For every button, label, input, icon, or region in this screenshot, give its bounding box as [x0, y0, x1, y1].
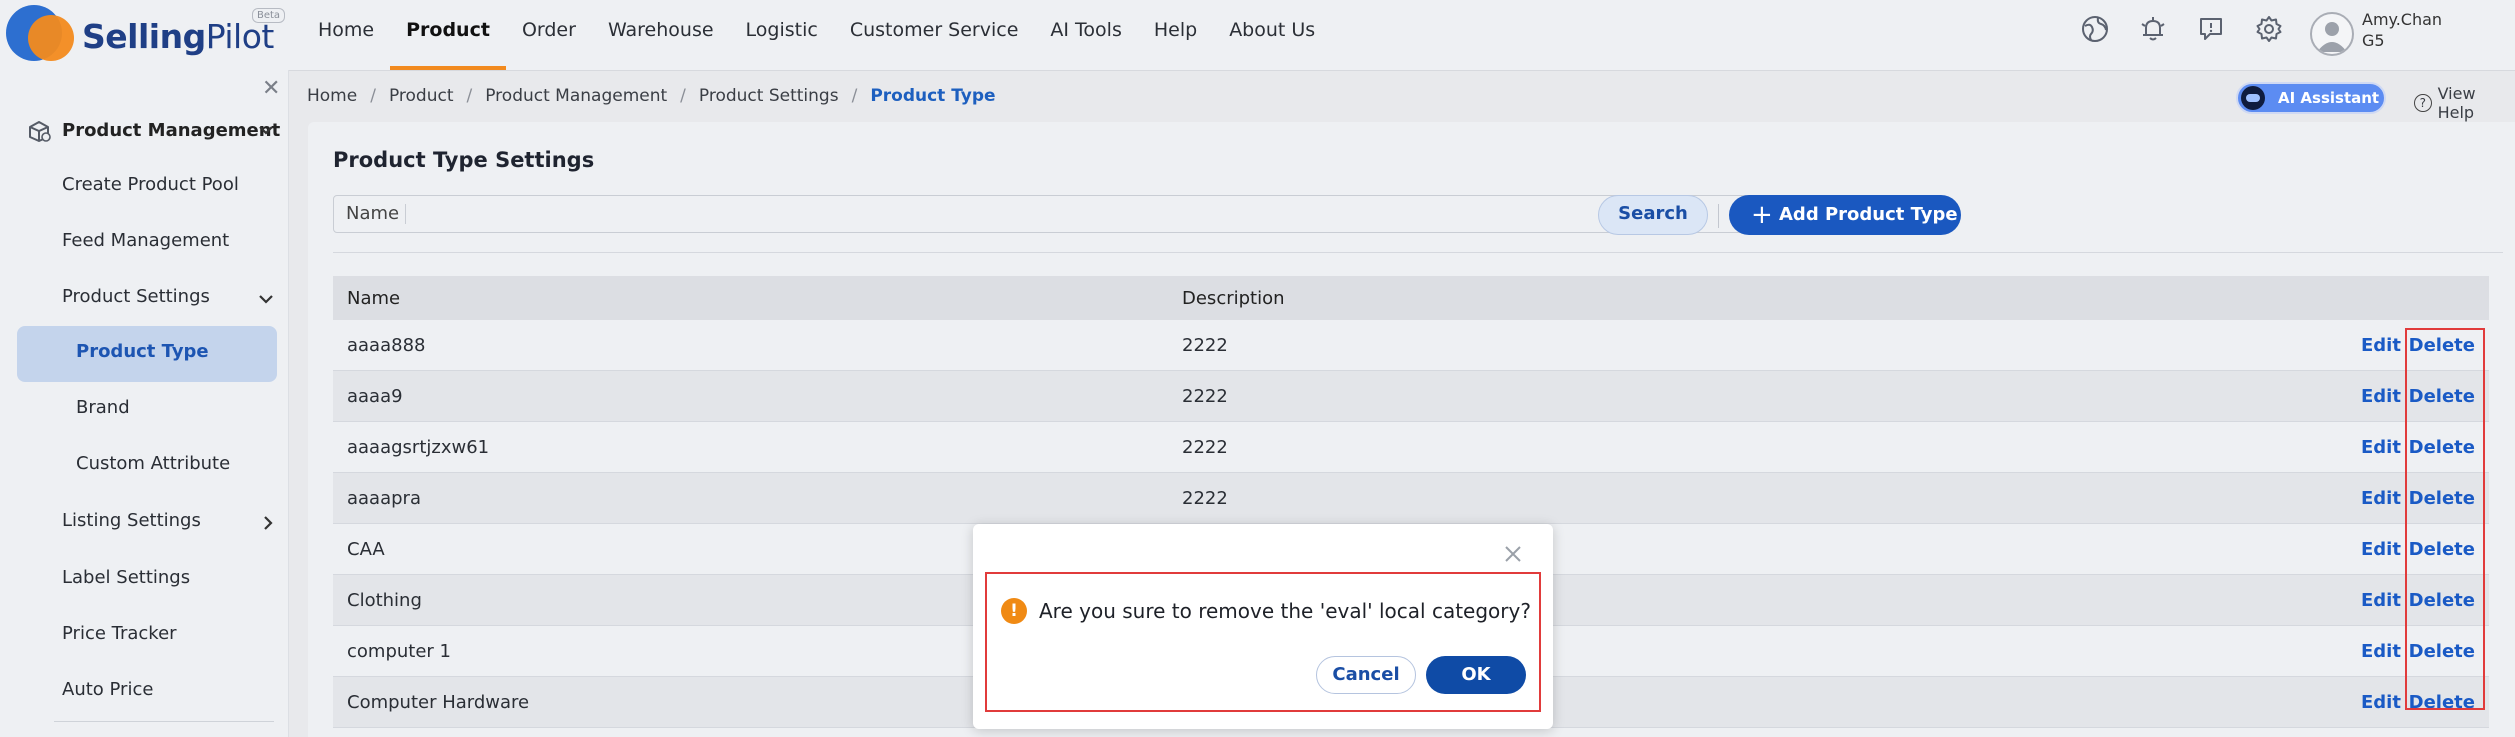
nav-home[interactable]: Home — [302, 0, 390, 70]
button-divider — [1718, 204, 1719, 228]
edit-link[interactable]: Edit — [2361, 641, 2401, 662]
cell-description: 2222 — [1182, 385, 1228, 407]
breadcrumb-product-settings[interactable]: Product Settings — [699, 86, 839, 106]
sidebar-divider — [54, 721, 274, 722]
nav-ai-tools[interactable]: AI Tools — [1034, 0, 1137, 70]
column-header-description: Description — [1182, 287, 1285, 309]
delete-column-highlight — [2405, 328, 2485, 710]
user-name: Amy.Chan — [2362, 10, 2443, 29]
sidebar-item-create-product-pool[interactable]: Create Product Pool — [62, 165, 239, 205]
avatar — [2310, 12, 2354, 56]
sidebar-section-label: Product Management — [62, 119, 281, 141]
breadcrumb-separator: / — [680, 86, 686, 106]
edit-link[interactable]: Edit — [2361, 692, 2401, 713]
cell-description: 2222 — [1182, 436, 1228, 458]
sidebar-item-feed-management[interactable]: Feed Management — [62, 221, 229, 261]
view-help-link[interactable]: ? View Help — [2414, 84, 2515, 122]
breadcrumb: Home / Product / Product Management / Pr… — [307, 83, 996, 109]
brand-name: SellingPilot — [82, 17, 274, 56]
chevron-down-icon — [259, 295, 273, 304]
bell-icon[interactable] — [2138, 14, 2168, 44]
table-header: Name Description — [333, 276, 2489, 320]
cell-name: aaaagsrtjzxw61 — [347, 436, 490, 458]
cell-description: 2222 — [1182, 334, 1228, 356]
help-icon: ? — [2414, 94, 2432, 112]
nav-order[interactable]: Order — [506, 0, 592, 70]
name-filter-label: Name — [346, 204, 407, 224]
nav-logistic[interactable]: Logistic — [730, 0, 834, 70]
breadcrumb-current: Product Type — [870, 86, 996, 106]
nav-help[interactable]: Help — [1138, 0, 1213, 70]
top-bar: SellingPilot Beta Home Product Order Wareho… — [0, 0, 2515, 71]
robot-icon — [2241, 86, 2265, 110]
search-button[interactable]: Search — [1598, 195, 1708, 235]
edit-link[interactable]: Edit — [2361, 488, 2401, 509]
sidebar-section-product-management[interactable]: Product Management — [26, 110, 284, 150]
user-icon — [2317, 22, 2347, 52]
ai-assistant-label: AI Assistant — [2278, 89, 2380, 107]
user-level: G5 — [2362, 31, 2385, 50]
chevron-down-icon — [259, 126, 273, 135]
dialog-message: Are you sure to remove the 'eval' local … — [1039, 599, 1531, 623]
plus-icon: + — [1751, 200, 1773, 230]
add-product-type-label: Add Product Type — [1779, 204, 1958, 225]
main-nav: Home Product Order Warehouse Logistic Custome… — [302, 0, 1331, 70]
cell-name: aaaa888 — [347, 334, 426, 356]
gear-icon[interactable] — [2254, 14, 2284, 44]
close-icon[interactable]: ✕ — [262, 76, 280, 101]
confirm-dialog: ! Are you sure to remove the 'eval' loca… — [973, 524, 1553, 729]
edit-link[interactable]: Edit — [2361, 539, 2401, 560]
breadcrumb-separator: / — [851, 86, 858, 106]
message-icon[interactable] — [2196, 14, 2226, 44]
table-row: aaaapra 2222 Edit Delete — [333, 473, 2489, 524]
nav-product[interactable]: Product — [390, 0, 506, 70]
sidebar: ✕ Product Management Create Product Pool… — [0, 70, 289, 737]
cell-name: aaaapra — [347, 487, 421, 509]
sidebar-item-custom-attribute[interactable]: Custom Attribute — [76, 444, 230, 484]
edit-link[interactable]: Edit — [2361, 386, 2401, 407]
sidebar-item-brand[interactable]: Brand — [76, 388, 130, 428]
table-row: aaaagsrtjzxw61 2222 Edit Delete — [333, 422, 2489, 473]
page-title: Product Type Settings — [333, 148, 595, 172]
ok-button[interactable]: OK — [1426, 656, 1526, 694]
sidebar-item-auto-price[interactable]: Auto Price — [62, 670, 153, 710]
edit-link[interactable]: Edit — [2361, 590, 2401, 611]
breadcrumb-separator: / — [370, 86, 376, 106]
sidebar-item-price-tracker[interactable]: Price Tracker — [62, 614, 177, 654]
chevron-right-icon — [264, 516, 273, 530]
view-help-label: View Help — [2437, 84, 2476, 122]
cancel-button[interactable]: Cancel — [1316, 656, 1416, 694]
breadcrumb-product[interactable]: Product — [389, 86, 454, 106]
cell-description: 2222 — [1182, 487, 1228, 509]
breadcrumb-product-management[interactable]: Product Management — [485, 86, 667, 106]
close-icon[interactable] — [1503, 544, 1523, 564]
sidebar-item-listing-settings[interactable]: Listing Settings — [62, 501, 201, 541]
beta-badge: Beta — [252, 8, 286, 23]
product-management-icon — [29, 121, 51, 142]
filter-divider — [333, 252, 2503, 253]
sidebar-item-product-settings[interactable]: Product Settings — [62, 277, 282, 317]
edit-link[interactable]: Edit — [2361, 335, 2401, 356]
ai-assistant-button[interactable]: AI Assistant — [2236, 82, 2386, 114]
table-row: aaaa888 2222 Edit Delete — [333, 320, 2489, 371]
brand-logo[interactable]: SellingPilot Beta — [4, 3, 286, 65]
breadcrumb-home[interactable]: Home — [307, 86, 357, 106]
column-header-name: Name — [347, 287, 401, 309]
top-icons — [2080, 14, 2312, 44]
cell-name: aaaa9 — [347, 385, 403, 407]
nav-customer-service[interactable]: Customer Service — [834, 0, 1035, 70]
edit-link[interactable]: Edit — [2361, 437, 2401, 458]
warning-icon: ! — [1001, 598, 1027, 624]
table-row: aaaa9 2222 Edit Delete — [333, 371, 2489, 422]
sidebar-item-label: Product Settings — [62, 286, 210, 307]
add-product-type-button[interactable]: + Add Product Type — [1729, 195, 1961, 235]
nav-warehouse[interactable]: Warehouse — [592, 0, 730, 70]
globe-icon[interactable] — [2080, 14, 2110, 44]
logo-mark-accent — [28, 15, 74, 61]
nav-about-us[interactable]: About Us — [1213, 0, 1331, 70]
sidebar-item-product-type[interactable]: Product Type — [76, 332, 209, 372]
user-menu[interactable]: Amy.Chan G5 — [2310, 10, 2510, 60]
breadcrumb-separator: / — [466, 86, 473, 106]
sidebar-item-label-settings[interactable]: Label Settings — [62, 558, 190, 598]
